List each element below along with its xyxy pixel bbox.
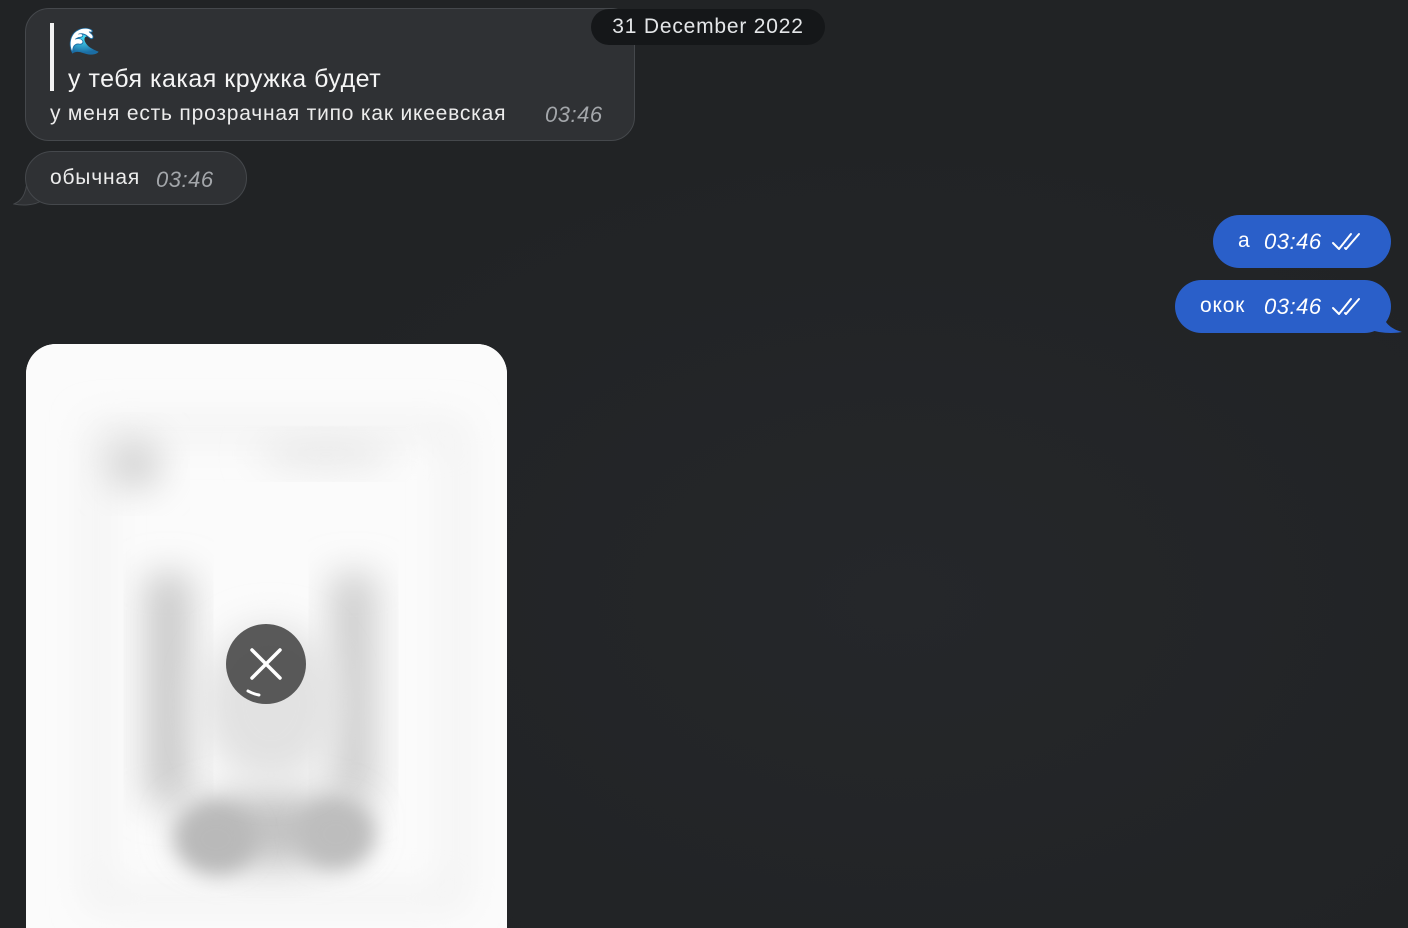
double-check-icon xyxy=(1332,298,1360,315)
message-time: 03:46 xyxy=(156,167,214,192)
outgoing-message[interactable]: окок 03:46 xyxy=(1175,280,1391,333)
message-text: а xyxy=(1238,229,1251,252)
reply-quote[interactable]: 🌊 у тебя какая кружка будет xyxy=(50,23,590,93)
message-time: 03:46 xyxy=(1264,294,1322,319)
incoming-message[interactable]: обычная 03:46 xyxy=(25,151,247,205)
message-time: 03:46 xyxy=(545,102,603,127)
message-text: у меня есть прозрачная типо как икеевска… xyxy=(50,102,507,125)
double-check-icon xyxy=(1332,233,1360,250)
close-icon xyxy=(246,648,282,697)
image-message[interactable] xyxy=(26,344,507,928)
date-separator: 31 December 2022 xyxy=(591,9,825,45)
message-text: обычная xyxy=(50,166,140,189)
quoted-message-text: у тебя какая кружка будет xyxy=(68,65,382,93)
cancel-download-button[interactable] xyxy=(226,624,306,704)
wave-emoji-icon: 🌊 xyxy=(68,26,101,56)
message-text: окок xyxy=(1200,294,1246,317)
chat-history[interactable]: 31 December 2022 🌊 у тебя какая кружка б… xyxy=(0,0,1408,928)
message-time: 03:46 xyxy=(1264,229,1322,254)
outgoing-message[interactable]: а 03:46 xyxy=(1213,215,1391,268)
incoming-reply-message[interactable]: 🌊 у тебя какая кружка будет у меня есть … xyxy=(25,8,635,141)
